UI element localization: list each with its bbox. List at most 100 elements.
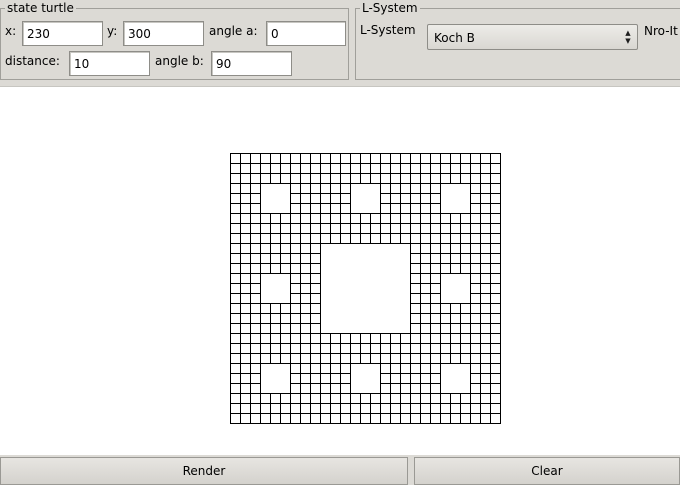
- fractal-square: [310, 183, 321, 194]
- fractal-square: [270, 413, 281, 424]
- fractal-square: [250, 163, 261, 174]
- fractal-square: [250, 343, 261, 354]
- fractal-square: [240, 293, 251, 304]
- fractal-square: [490, 403, 501, 414]
- fractal-square: [230, 153, 241, 164]
- fractal-square: [280, 253, 291, 264]
- fractal-square: [320, 383, 331, 394]
- fractal-square: [300, 353, 311, 364]
- fractal-square: [410, 233, 421, 244]
- fractal-square: [460, 303, 471, 314]
- fractal-square: [350, 233, 361, 244]
- fractal-square: [230, 403, 241, 414]
- fractal-square: [470, 383, 481, 394]
- fractal-square: [410, 153, 441, 184]
- fractal-square: [350, 343, 361, 354]
- fractal-square: [420, 233, 431, 244]
- fractal-square: [310, 383, 321, 394]
- fractal-square: [230, 243, 241, 254]
- fractal-square: [320, 183, 331, 194]
- fractal-square: [470, 153, 501, 184]
- fractal-square: [260, 303, 291, 334]
- fractal-square: [460, 263, 471, 274]
- lsystem-selected-value: Koch B: [434, 31, 475, 45]
- clear-button[interactable]: Clear: [414, 457, 680, 485]
- fractal-square: [350, 393, 361, 404]
- fractal-square: [440, 353, 451, 364]
- fractal-square: [310, 173, 321, 184]
- fractal-square: [350, 213, 381, 244]
- fractal-square: [310, 343, 321, 354]
- fractal-square: [420, 303, 431, 314]
- lsystem-title: L-System: [360, 0, 420, 16]
- fractal-square: [470, 363, 481, 374]
- fractal-square: [230, 213, 261, 244]
- fractal-square: [360, 213, 371, 224]
- fractal-square: [290, 313, 301, 324]
- fractal-square: [430, 333, 441, 344]
- fractal-square: [230, 223, 241, 234]
- fractal-square: [410, 183, 421, 194]
- fractal-square: [490, 313, 501, 324]
- fractal-square: [310, 333, 321, 344]
- fractal-square: [440, 333, 471, 364]
- fractal-square: [470, 413, 481, 424]
- fractal-square: [290, 393, 321, 424]
- fractal-square: [250, 273, 261, 284]
- fractal-square: [310, 243, 321, 254]
- fractal-square: [280, 413, 291, 424]
- fractal-square: [440, 403, 451, 414]
- fractal-square: [290, 183, 301, 194]
- fractal-square: [470, 333, 501, 364]
- fractal-square: [270, 173, 281, 184]
- fractal-square: [250, 183, 261, 194]
- fractal-square: [290, 343, 301, 354]
- fractal-square: [470, 263, 481, 274]
- fractal-square: [320, 213, 331, 224]
- fractal-square: [440, 323, 451, 334]
- fractal-square: [290, 353, 301, 364]
- fractal-square: [450, 263, 461, 274]
- fractal-square: [260, 353, 271, 364]
- fractal-square: [270, 393, 281, 404]
- fractal-square: [250, 323, 261, 334]
- fractal-square: [440, 303, 451, 314]
- fractal-square: [380, 333, 411, 364]
- fractal-square: [240, 363, 251, 374]
- fractal-square: [490, 203, 501, 214]
- render-button[interactable]: Render: [0, 457, 408, 485]
- fractal-figure: [230, 153, 501, 424]
- fractal-square: [430, 353, 441, 364]
- fractal-square: [290, 333, 301, 344]
- fractal-square: [350, 333, 361, 344]
- fractal-square: [420, 393, 431, 404]
- drawing-canvas[interactable]: [0, 86, 680, 451]
- fractal-square: [420, 243, 431, 254]
- fractal-square: [290, 253, 301, 264]
- fractal-square: [490, 243, 501, 254]
- fractal-square: [400, 193, 411, 204]
- fractal-square: [260, 323, 271, 334]
- fractal-square: [380, 183, 411, 214]
- fractal-square: [490, 263, 501, 274]
- fractal-square: [440, 223, 451, 234]
- fractal-square: [370, 233, 381, 244]
- lsystem-select[interactable]: Koch B ▲ ▼: [427, 24, 638, 50]
- fractal-square: [380, 353, 391, 364]
- fractal-square: [490, 283, 501, 294]
- fractal-square: [430, 233, 441, 244]
- fractal-square: [340, 163, 351, 174]
- fractal-square: [260, 153, 291, 184]
- fractal-square: [430, 153, 441, 164]
- distance-field[interactable]: [69, 51, 150, 76]
- x-field[interactable]: [22, 21, 103, 46]
- fractal-square: [270, 303, 281, 314]
- fractal-square: [290, 163, 301, 174]
- fractal-square: [440, 303, 471, 334]
- angle-a-field[interactable]: [266, 21, 346, 46]
- angle-b-field[interactable]: [211, 51, 292, 76]
- y-field[interactable]: [123, 21, 204, 46]
- fractal-square: [400, 173, 411, 184]
- fractal-square: [240, 383, 251, 394]
- fractal-square: [480, 203, 491, 214]
